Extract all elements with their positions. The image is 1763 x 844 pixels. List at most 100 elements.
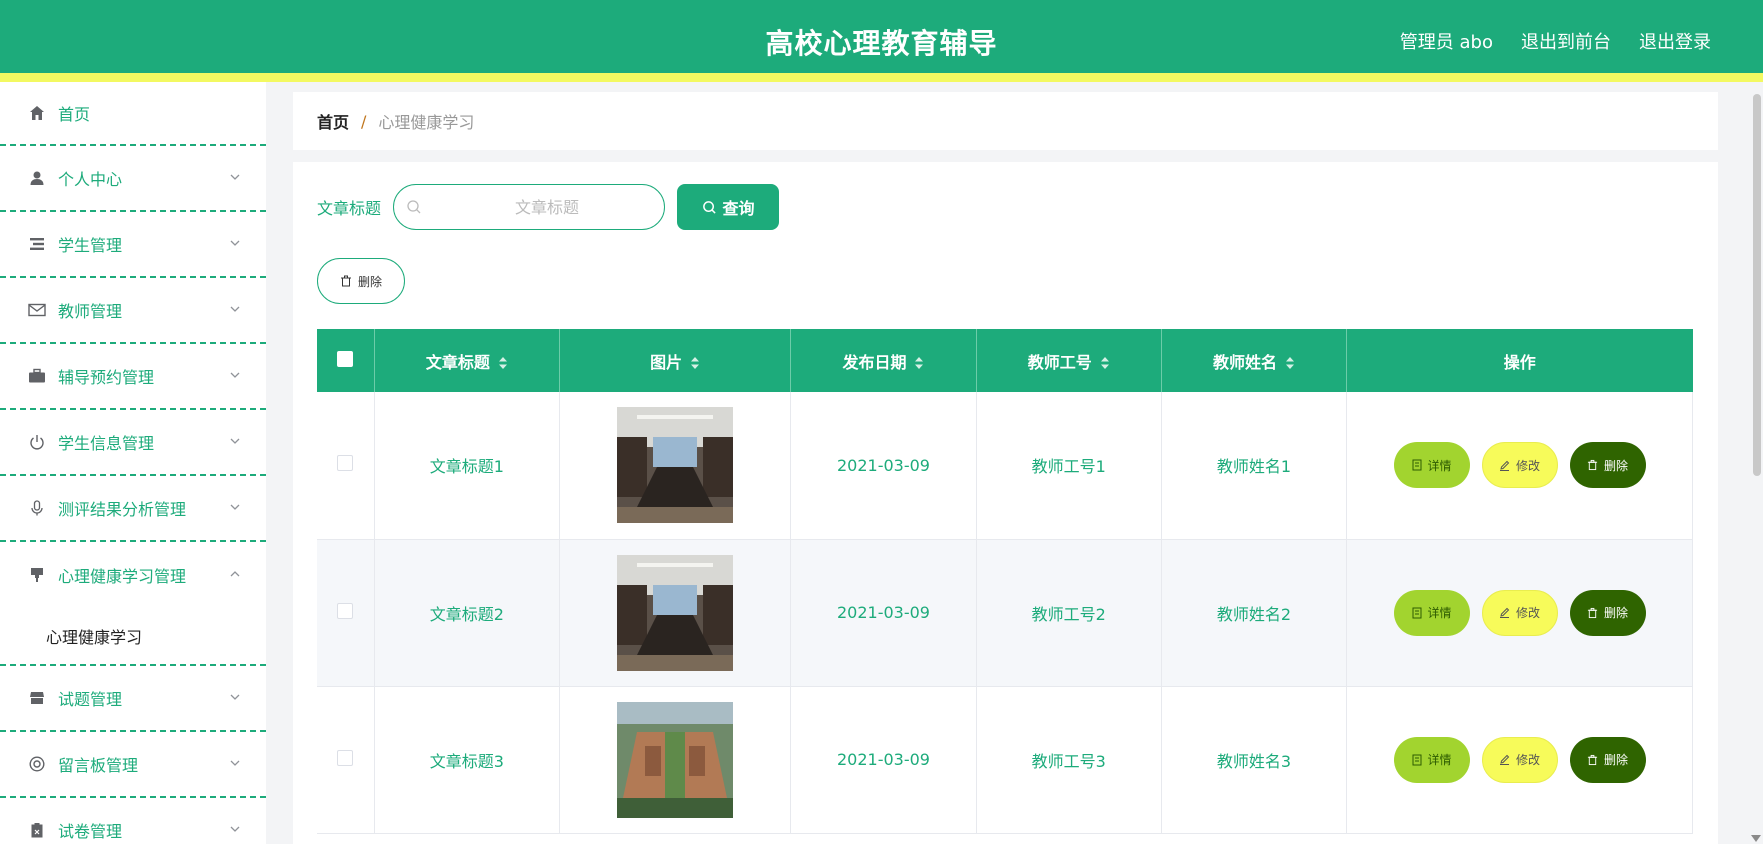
sidebar-item-student-management[interactable]: 学生管理 xyxy=(0,212,266,278)
breadcrumb: 首页 / 心理健康学习 xyxy=(293,92,1718,150)
sidebar-item-label: 首页 xyxy=(58,105,91,124)
detail-button[interactable]: 详情 xyxy=(1393,736,1470,783)
sort-icon[interactable] xyxy=(1285,355,1295,371)
table-row: 文章标题1 2021-03-09 教师工号1 教师姓名1 详情 修改 删除 xyxy=(317,392,1693,540)
pencil-icon xyxy=(1500,460,1510,471)
chevron-down-icon xyxy=(230,174,240,180)
cell-teacher-id: 教师工号1 xyxy=(976,392,1162,540)
sort-icon[interactable] xyxy=(1100,355,1110,371)
sidebar-item-teacher-management[interactable]: 教师管理 xyxy=(0,278,266,344)
sidebar-subitem-mental-health-study[interactable]: 心理健康学习 xyxy=(0,608,266,666)
column-header-label: 教师姓名 xyxy=(1212,352,1277,372)
breadcrumb-separator: / xyxy=(361,111,367,131)
chevron-down-icon xyxy=(230,504,240,510)
pencil-icon xyxy=(1500,754,1510,765)
sidebar-subitem-label: 心理健康学习 xyxy=(46,628,143,647)
cell-title: 文章标题3 xyxy=(374,686,561,834)
column-header-label: 发布日期 xyxy=(842,352,907,372)
sort-icon[interactable] xyxy=(690,355,700,371)
batch-delete-button[interactable]: 删除 xyxy=(317,258,405,304)
mail-icon xyxy=(28,301,46,319)
edit-button[interactable]: 修改 xyxy=(1481,442,1558,489)
row-checkbox[interactable] xyxy=(337,455,354,472)
row-checkbox[interactable] xyxy=(337,602,354,619)
trash-icon xyxy=(1587,754,1598,765)
lifebuoy-icon xyxy=(28,755,46,773)
chevron-down-icon xyxy=(230,760,240,766)
sort-icon[interactable] xyxy=(914,355,924,371)
meeting-room-photo xyxy=(617,554,734,671)
sidebar-item-label: 教师管理 xyxy=(58,302,123,321)
admin-user-label[interactable]: 管理员 abo xyxy=(1400,28,1493,54)
column-header-label: 文章标题 xyxy=(425,352,490,372)
breadcrumb-home[interactable]: 首页 xyxy=(317,109,349,133)
column-header[interactable]: 教师姓名 xyxy=(1161,329,1348,392)
sidebar-item-evaluation-analysis[interactable]: 测评结果分析管理 xyxy=(0,476,266,542)
column-header-label: 操作 xyxy=(1503,352,1536,372)
document-icon xyxy=(1412,754,1422,765)
column-header-actions: 操作 xyxy=(1347,329,1693,392)
sidebar-item-label: 辅导预约管理 xyxy=(58,368,155,387)
header-select-all[interactable] xyxy=(317,329,375,392)
detail-button[interactable]: 详情 xyxy=(1393,442,1470,489)
edit-button[interactable]: 修改 xyxy=(1481,736,1558,783)
row-checkbox[interactable] xyxy=(337,749,354,766)
chevron-down-icon xyxy=(230,372,240,378)
column-header[interactable]: 图片 xyxy=(559,329,792,392)
detail-button-label: 详情 xyxy=(1427,753,1452,767)
sidebar-item-personal-center[interactable]: 个人中心 xyxy=(0,146,266,212)
sidebar: 首页 个人中心 学生管理 教师管理 辅导预约管理 学生信息管理 测评结果分析管理… xyxy=(0,82,266,844)
delete-button[interactable]: 删除 xyxy=(1569,442,1646,489)
sidebar-item-exam-paper-management[interactable]: 试卷管理 xyxy=(0,798,266,844)
sidebar-item-label: 学生管理 xyxy=(58,236,123,255)
delete-button-label: 删除 xyxy=(1604,458,1629,473)
detail-button[interactable]: 详情 xyxy=(1393,589,1470,636)
delete-button[interactable]: 删除 xyxy=(1569,736,1646,783)
cell-title: 文章标题2 xyxy=(374,539,561,687)
sidebar-item-appointment-management[interactable]: 辅导预约管理 xyxy=(0,344,266,410)
brush-icon xyxy=(28,566,46,584)
clipboard-icon xyxy=(28,821,46,839)
sidebar-item-label: 心理健康学习管理 xyxy=(58,567,187,586)
delete-button[interactable]: 删除 xyxy=(1569,589,1646,636)
row-actions: 详情 修改 删除 xyxy=(1347,736,1692,783)
shop-icon xyxy=(28,689,46,707)
cell-teacher-name: 教师姓名3 xyxy=(1161,686,1348,834)
trash-icon xyxy=(1587,460,1598,471)
chevron-down-icon xyxy=(230,240,240,246)
page-scrollbar[interactable] xyxy=(1753,94,1761,476)
microphone-icon xyxy=(28,499,46,517)
scroll-down-arrow[interactable] xyxy=(1751,835,1761,842)
query-button[interactable]: 查询 xyxy=(677,184,780,230)
sidebar-item-label: 试题管理 xyxy=(58,690,123,709)
sort-icon[interactable] xyxy=(498,355,508,371)
edit-button-label: 修改 xyxy=(1516,458,1541,473)
column-header[interactable]: 教师工号 xyxy=(976,329,1162,392)
document-icon xyxy=(1412,459,1422,471)
search-field[interactable] xyxy=(393,184,666,230)
cell-date: 2021-03-09 xyxy=(790,686,977,834)
select-all-checkbox[interactable] xyxy=(337,350,354,367)
table-row: 文章标题3 2021-03-09 教师工号3 教师姓名3 详情 修改 删除 xyxy=(317,686,1693,834)
cell-teacher-name: 教师姓名1 xyxy=(1161,392,1348,540)
trash-icon xyxy=(1587,607,1598,618)
search-input[interactable] xyxy=(430,197,665,217)
sidebar-item-home[interactable]: 首页 xyxy=(0,82,266,146)
sidebar-item-mental-health-management[interactable]: 心理健康学习管理 xyxy=(0,542,266,608)
column-header[interactable]: 文章标题 xyxy=(374,329,561,392)
sidebar-item-student-info-management[interactable]: 学生信息管理 xyxy=(0,410,266,476)
column-header[interactable]: 发布日期 xyxy=(790,329,977,392)
logout-link[interactable]: 退出登录 xyxy=(1639,28,1711,54)
exit-to-front-link[interactable]: 退出到前台 xyxy=(1521,28,1611,54)
sidebar-item-message-board[interactable]: 留言板管理 xyxy=(0,732,266,798)
column-header-label: 教师工号 xyxy=(1027,352,1092,372)
breadcrumb-current: 心理健康学习 xyxy=(378,113,475,132)
sidebar-item-label: 测评结果分析管理 xyxy=(58,500,187,519)
detail-button-label: 详情 xyxy=(1427,458,1452,473)
chevron-down-icon xyxy=(230,306,240,312)
edit-button[interactable]: 修改 xyxy=(1481,589,1558,636)
sidebar-item-question-management[interactable]: 试题管理 xyxy=(0,666,266,732)
cell-date: 2021-03-09 xyxy=(790,392,977,540)
cell-teacher-id: 教师工号2 xyxy=(976,539,1162,687)
edit-button-label: 修改 xyxy=(1516,606,1541,620)
